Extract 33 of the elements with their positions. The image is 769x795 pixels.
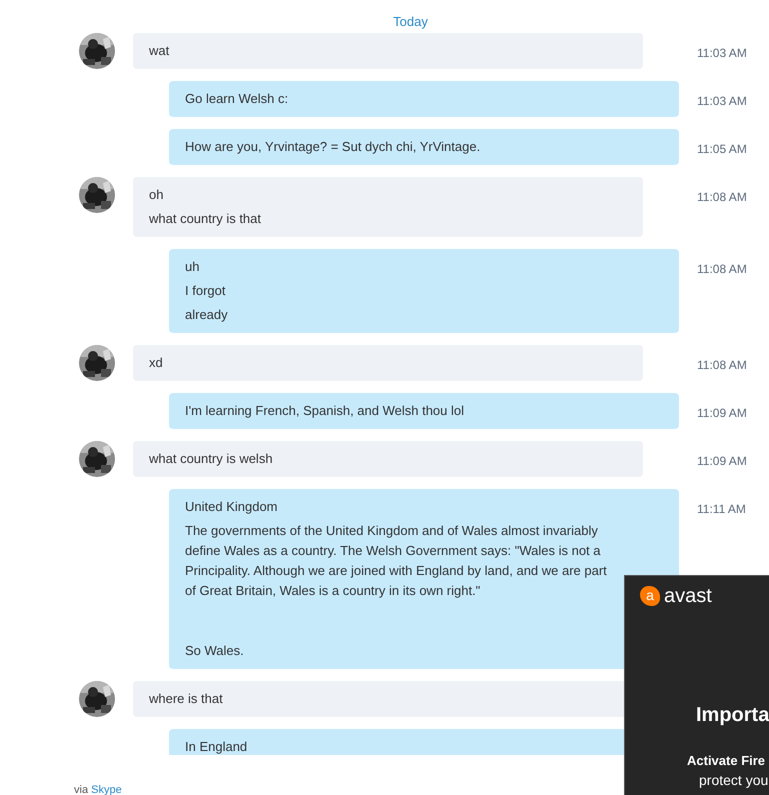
via-label: via <box>74 784 88 795</box>
message-text: what country is welsh <box>149 450 274 468</box>
message-text: oh <box>149 186 164 204</box>
message-text: So Wales. <box>185 642 245 660</box>
message-text: wat <box>149 42 170 60</box>
message-time: 11:11 AM <box>697 501 746 516</box>
message-time: 11:09 AM <box>697 453 747 468</box>
message-text: uh <box>185 258 200 276</box>
message-time: 11:08 AM <box>697 261 747 276</box>
popup-text: protect you <box>699 772 768 788</box>
message-text: where is that <box>149 690 224 708</box>
brand-name: avast <box>664 585 712 607</box>
message-text: Go learn Welsh c: <box>185 90 290 108</box>
message-time: 11:08 AM <box>697 357 747 372</box>
popup-subheading: Activate Fire <box>687 753 766 768</box>
message-time: 11:09 AM <box>697 405 747 420</box>
message-text: The governments of the United Kingdom and of Wales almost invariably define Wales as a country. The Welsh Government says: "Wales is not a Principality. Although we are joined with England by land, and we are part of Great Britain, Wales is a country in its own right." <box>185 522 608 600</box>
logo-icon: a <box>640 586 660 606</box>
popup-heading: Importa <box>696 704 769 727</box>
message-text: already <box>185 306 229 324</box>
message-time: 11:05 AM <box>697 141 747 156</box>
skype-link[interactable]: Skype <box>91 784 122 795</box>
message-text: xd <box>149 354 164 372</box>
message-text: I'm learning French, Spanish, and Welsh thou lol <box>185 402 466 420</box>
message-time: 11:08 AM <box>697 189 747 204</box>
message-text: United Kingdom <box>185 498 278 516</box>
message-time: 11:03 AM <box>697 93 747 108</box>
message-text: In England <box>185 738 248 755</box>
message-text: How are you, Yrvintage? = Sut dych chi, YrVintage. <box>185 138 482 156</box>
message-text: what country is that <box>149 210 262 228</box>
message-text: I forgot <box>185 282 226 300</box>
message-time: 11:03 AM <box>697 45 747 60</box>
date-divider: Today <box>393 14 428 29</box>
